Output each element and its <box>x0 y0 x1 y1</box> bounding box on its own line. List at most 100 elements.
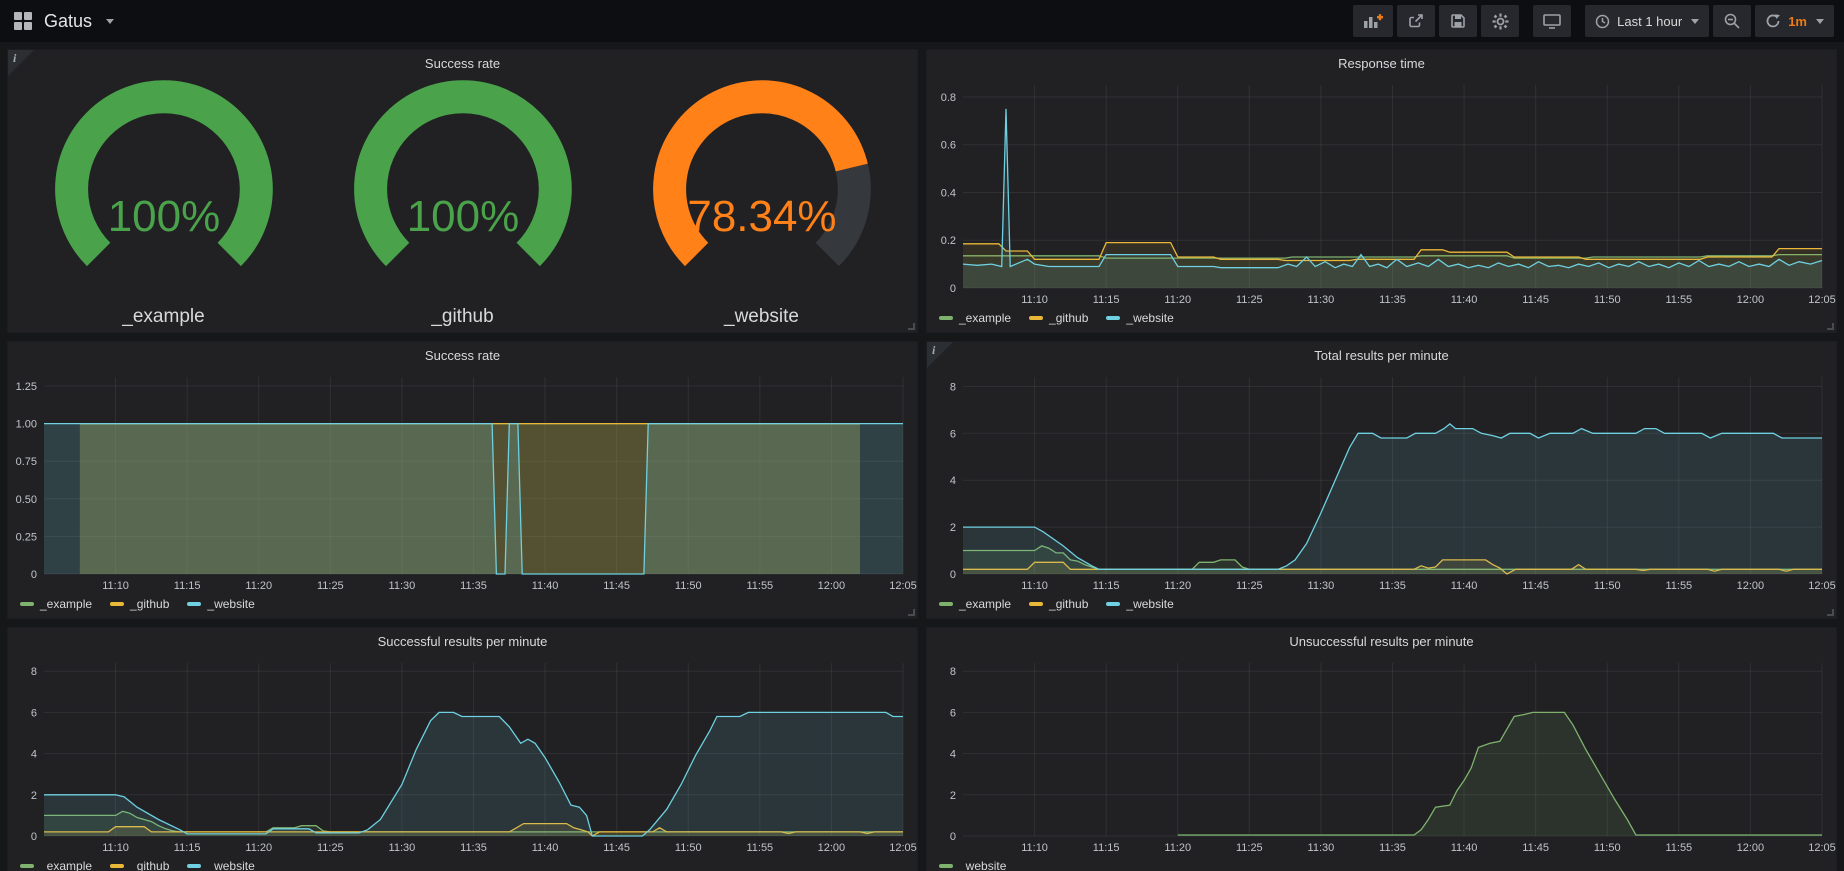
x-tick-label: 12:00 <box>1737 842 1765 854</box>
panel-title[interactable]: Response time <box>927 50 1836 77</box>
x-tick-label: 11:10 <box>1021 580 1048 592</box>
legend-item[interactable]: _website <box>939 859 1006 871</box>
total-results-chart[interactable]: 11:1011:1511:2011:2511:3011:3511:4011:45… <box>927 369 1836 594</box>
x-tick-label: 11:25 <box>317 580 344 592</box>
legend-label: _website <box>959 859 1006 871</box>
y-tick-label: 4 <box>950 475 956 487</box>
x-tick-label: 11:15 <box>1093 580 1120 592</box>
share-dashboard-button[interactable] <box>1397 5 1435 37</box>
gauge-label: _website <box>724 304 799 330</box>
legend-item[interactable]: _website <box>187 859 254 871</box>
y-tick-label: 0.2 <box>941 235 956 247</box>
legend-label: _github <box>1049 597 1088 611</box>
time-range-picker[interactable]: Last 1 hour <box>1585 5 1709 37</box>
y-tick-label: 0 <box>31 569 37 581</box>
x-tick-label: 11:25 <box>1236 294 1263 306</box>
x-tick-label: 11:25 <box>1236 580 1263 592</box>
x-tick-label: 11:55 <box>746 580 773 592</box>
panel-title[interactable]: Unsuccessful results per minute <box>927 628 1836 655</box>
y-tick-label: 8 <box>950 666 956 678</box>
x-tick-label: 11:55 <box>1665 580 1692 592</box>
gauge-chart[interactable]: 100%_example100%_github78.34%_website <box>8 77 917 332</box>
chart-svg: 11:1011:1511:2011:2511:3011:3511:4011:45… <box>927 369 1836 594</box>
legend-item[interactable]: _github <box>110 597 169 611</box>
legend-item[interactable]: _example <box>20 859 92 871</box>
legend-label: _example <box>40 859 92 871</box>
panel-info-corner[interactable]: i <box>927 342 953 368</box>
series-fill-_website <box>44 712 903 836</box>
legend-item[interactable]: _website <box>1106 597 1173 611</box>
x-tick-label: 12:05 <box>889 842 917 854</box>
legend-item[interactable]: _github <box>110 859 169 871</box>
x-tick-label: 11:10 <box>102 842 129 854</box>
dashboard-grid: i Success rate 100%_example100%_github78… <box>0 42 1844 871</box>
zoom-out-button[interactable] <box>1713 5 1751 37</box>
chevron-down-icon <box>106 19 114 24</box>
chart-svg: 11:1011:1511:2011:2511:3011:3511:4011:45… <box>927 77 1836 308</box>
legend-item[interactable]: _website <box>187 597 254 611</box>
legend-swatch-icon <box>20 864 34 868</box>
legend-label: _website <box>1126 311 1173 325</box>
panel-title[interactable]: Success rate <box>8 50 917 77</box>
panel-successful-results: Successful results per minute 11:1011:15… <box>8 628 917 871</box>
share-icon <box>1408 13 1424 29</box>
x-tick-label: 11:35 <box>460 842 487 854</box>
legend-swatch-icon <box>187 602 201 606</box>
success-rate-chart[interactable]: 11:1011:1511:2011:2511:3011:3511:4011:45… <box>8 369 917 594</box>
legend-label: _website <box>207 597 254 611</box>
y-tick-label: 0 <box>950 569 956 581</box>
y-tick-label: 0 <box>950 831 956 843</box>
x-tick-label: 11:10 <box>1021 842 1048 854</box>
gear-icon <box>1492 13 1509 30</box>
legend-label: _github <box>1049 311 1088 325</box>
x-tick-label: 12:00 <box>818 842 846 854</box>
x-tick-label: 11:35 <box>1379 842 1406 854</box>
dashboard-title-dropdown[interactable]: Gatus <box>14 11 114 32</box>
gauge: 100%_github <box>313 77 612 330</box>
gauge-svg: 78.34% <box>630 77 894 304</box>
response-time-chart[interactable]: 11:1011:1511:2011:2511:3011:3511:4011:45… <box>927 77 1836 308</box>
x-tick-label: 11:40 <box>532 580 559 592</box>
refresh-picker[interactable]: 1m <box>1755 5 1834 37</box>
chart-legend: _example _github _website <box>927 594 1836 614</box>
panel-info-corner[interactable]: i <box>8 50 34 76</box>
gauge-svg: 100% <box>331 77 595 304</box>
save-dashboard-button[interactable] <box>1439 5 1477 37</box>
x-tick-label: 11:30 <box>389 842 416 854</box>
legend-item[interactable]: _example <box>20 597 92 611</box>
panel-resize-handle[interactable] <box>908 323 915 330</box>
panel-resize-handle[interactable] <box>1827 609 1834 616</box>
cycle-view-mode-button[interactable] <box>1533 5 1571 37</box>
panel-resize-handle[interactable] <box>908 609 915 616</box>
gauge: 78.34%_website <box>612 77 911 330</box>
series-fill-_website <box>1178 712 1822 836</box>
unsuccessful-results-chart[interactable]: 11:1011:1511:2011:2511:3011:3511:4011:45… <box>927 655 1836 856</box>
chart-legend: _website <box>927 856 1836 871</box>
dashboard-settings-button[interactable] <box>1481 5 1519 37</box>
successful-results-chart[interactable]: 11:1011:1511:2011:2511:3011:3511:4011:45… <box>8 655 917 856</box>
y-tick-label: 8 <box>31 666 37 678</box>
y-tick-label: 2 <box>950 522 956 534</box>
legend-label: _website <box>207 859 254 871</box>
legend-item[interactable]: _website <box>1106 311 1173 325</box>
chart-svg: 11:1011:1511:2011:2511:3011:3511:4011:45… <box>8 369 917 594</box>
panel-success-rate-graph: Success rate 11:1011:1511:2011:2511:3011… <box>8 342 917 618</box>
legend-label: _example <box>959 597 1011 611</box>
legend-item[interactable]: _example <box>939 311 1011 325</box>
panel-resize-handle[interactable] <box>1827 323 1834 330</box>
y-tick-label: 2 <box>31 790 37 802</box>
x-tick-label: 11:55 <box>746 842 773 854</box>
legend-swatch-icon <box>20 602 34 606</box>
legend-item[interactable]: _github <box>1029 597 1088 611</box>
x-tick-label: 11:40 <box>1451 842 1478 854</box>
x-tick-label: 11:15 <box>1093 842 1120 854</box>
panel-title[interactable]: Total results per minute <box>927 342 1836 369</box>
x-tick-label: 11:50 <box>675 842 702 854</box>
legend-item[interactable]: _github <box>1029 311 1088 325</box>
panel-title[interactable]: Success rate <box>8 342 917 369</box>
x-tick-label: 12:05 <box>889 580 917 592</box>
legend-item[interactable]: _example <box>939 597 1011 611</box>
panel-title[interactable]: Successful results per minute <box>8 628 917 655</box>
x-tick-label: 11:40 <box>1451 294 1478 306</box>
add-panel-button[interactable] <box>1353 5 1393 37</box>
